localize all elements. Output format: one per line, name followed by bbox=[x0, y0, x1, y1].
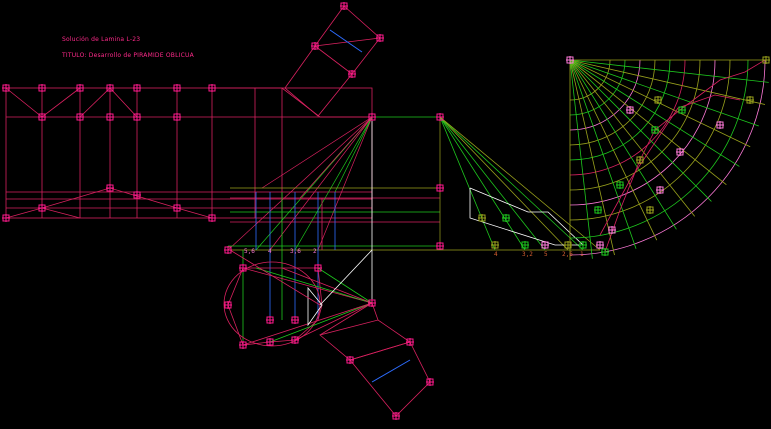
vertex-marker bbox=[392, 412, 400, 420]
vertex-marker bbox=[106, 84, 114, 92]
drawing-title-line-1: Solución de Lamina L-23 bbox=[62, 36, 141, 43]
vertex-marker bbox=[76, 113, 84, 121]
development-fan bbox=[569, 59, 770, 260]
vertex-marker bbox=[406, 338, 414, 346]
fan-ray bbox=[569, 59, 615, 256]
projection-labels: 5,6 4 3,6 2 bbox=[244, 248, 317, 255]
vertex-marker bbox=[239, 341, 247, 349]
vertex-marker bbox=[596, 241, 604, 249]
proj-label-56: 5,6 bbox=[244, 248, 255, 255]
vertex-marker bbox=[2, 84, 10, 92]
fan-ray bbox=[569, 59, 759, 127]
vertex-marker bbox=[224, 301, 232, 309]
vertex-marker bbox=[208, 214, 216, 222]
vertex-marker bbox=[106, 184, 114, 192]
vertex-marker bbox=[656, 186, 664, 194]
vertex-marker bbox=[654, 96, 662, 104]
vertex-marker bbox=[266, 316, 274, 324]
vertex-marker bbox=[491, 241, 499, 249]
base-circle-projection bbox=[223, 249, 373, 347]
vertex-marker bbox=[311, 42, 319, 50]
vertex-marker bbox=[346, 356, 354, 364]
fan-ray bbox=[569, 59, 637, 249]
vertex-marker bbox=[76, 84, 84, 92]
cad-drawing-canvas[interactable]: Solución de Lamina L-23 TITULO: Desarrol… bbox=[0, 0, 771, 425]
vertex-marker bbox=[646, 206, 654, 214]
prism-top-view bbox=[5, 87, 373, 219]
vertex-marker bbox=[2, 214, 10, 222]
vertex-marker bbox=[564, 241, 572, 249]
vertex-marker bbox=[38, 204, 46, 212]
vertex-marker bbox=[340, 2, 348, 10]
vertex-marker bbox=[716, 121, 724, 129]
vertex-marker bbox=[579, 241, 587, 249]
upper-cut-prism bbox=[284, 5, 381, 117]
vertex-marker bbox=[133, 113, 141, 121]
vertex-marker bbox=[502, 214, 510, 222]
vertex-marker bbox=[636, 156, 644, 164]
vertex-marker bbox=[173, 113, 181, 121]
fan-ray bbox=[569, 59, 712, 202]
vertex-marker bbox=[762, 56, 770, 64]
fan-ray bbox=[569, 59, 766, 105]
drawing-title-line-2: TITULO: Desarrollo de PIRAMIDE OBLICUA bbox=[62, 52, 194, 59]
fan-ray bbox=[569, 59, 696, 217]
vertex-marker bbox=[478, 214, 486, 222]
vertex-marker bbox=[601, 248, 609, 256]
vertex-marker bbox=[173, 204, 181, 212]
vertex-marker bbox=[291, 316, 299, 324]
vertex-marker bbox=[173, 84, 181, 92]
vertex-marker bbox=[314, 264, 322, 272]
cad-drawing: 5,6 4 3,6 2 4 3,2 5 2,6 1 bbox=[2, 2, 770, 420]
vertex-marker bbox=[376, 34, 384, 42]
projection-rays-left bbox=[227, 116, 600, 251]
tl-label-5: 5 bbox=[544, 251, 548, 258]
vertex-marker bbox=[436, 113, 444, 121]
vertex-marker bbox=[678, 106, 686, 114]
proj-label-4: 4 bbox=[268, 248, 272, 255]
proj-label-2: 2 bbox=[313, 248, 317, 255]
vertex-marker bbox=[291, 336, 299, 344]
vertex-marker bbox=[368, 113, 376, 121]
tl-label-32: 3,2 bbox=[522, 251, 533, 258]
vertex-marker bbox=[208, 84, 216, 92]
vertex-marker bbox=[651, 126, 659, 134]
vertex-marker bbox=[368, 299, 376, 307]
vertex-marker bbox=[38, 84, 46, 92]
vertex-marker bbox=[436, 184, 444, 192]
vertex-marker bbox=[436, 242, 444, 250]
vertex-marker bbox=[676, 148, 684, 156]
vertex-marker bbox=[38, 113, 46, 121]
vertex-marker bbox=[746, 96, 754, 104]
vertex-marker bbox=[224, 246, 232, 254]
vertex-marker bbox=[541, 241, 549, 249]
tl-label-26: 2,6 bbox=[562, 251, 573, 258]
vertex-marker bbox=[566, 56, 574, 64]
vertex-marker bbox=[133, 84, 141, 92]
vertex-marker bbox=[106, 113, 114, 121]
vertex-marker bbox=[521, 241, 529, 249]
vertex-marker bbox=[616, 181, 624, 189]
vertex-marker bbox=[626, 106, 634, 114]
true-length-diagram bbox=[439, 116, 601, 251]
vertex-marker bbox=[594, 206, 602, 214]
tl-label-1: 1 bbox=[580, 251, 584, 258]
proj-label-36: 3,6 bbox=[290, 248, 301, 255]
vertex-marker bbox=[348, 70, 356, 78]
tl-label-4: 4 bbox=[494, 251, 498, 258]
vertex-marker bbox=[266, 338, 274, 346]
vertex-marker bbox=[239, 264, 247, 272]
fan-ray bbox=[569, 59, 727, 186]
vertex-marker bbox=[133, 191, 141, 199]
prism-outline bbox=[5, 87, 373, 219]
vertex-marker bbox=[608, 226, 616, 234]
vertex-marker bbox=[426, 378, 434, 386]
true-length-labels: 4 3,2 5 2,6 1 bbox=[494, 251, 584, 258]
